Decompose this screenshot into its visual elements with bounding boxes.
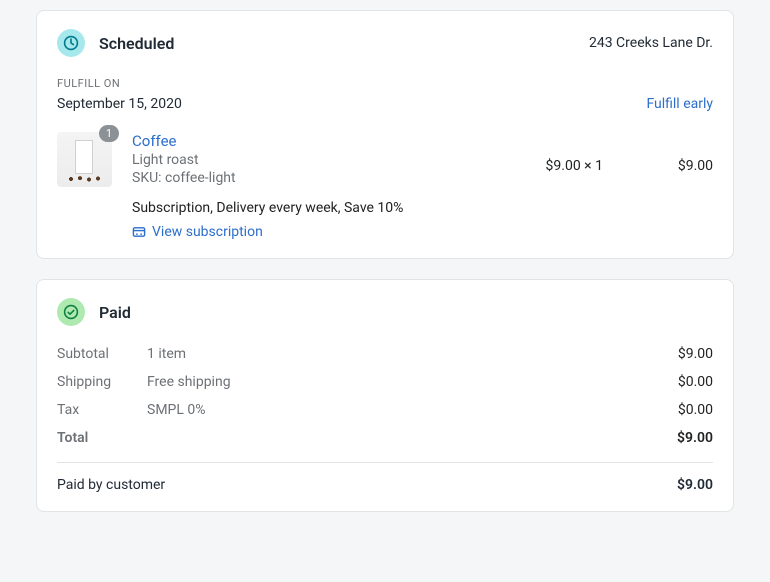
quantity-badge: 1 xyxy=(99,125,119,142)
line-item-top: Coffee Light roast SKU: coffee-light $9.… xyxy=(132,132,713,186)
total-label: Total xyxy=(57,430,147,446)
tax-mid: SMPL 0% xyxy=(147,402,678,418)
product-title-link[interactable]: Coffee xyxy=(132,132,236,150)
paid-by-customer-amount: $9.00 xyxy=(677,477,713,493)
shipping-amount: $0.00 xyxy=(678,374,713,390)
line-item-pricing: $9.00 × 1 $9.00 xyxy=(546,144,713,174)
fulfill-block: FULFILL ON September 15, 2020 Fulfill ea… xyxy=(57,77,713,112)
subscription-icon xyxy=(132,225,146,239)
fulfill-on-label: FULFILL ON xyxy=(57,77,713,90)
clock-icon xyxy=(57,29,85,57)
subtotal-label: Subtotal xyxy=(57,346,147,362)
check-circle-icon xyxy=(57,298,85,326)
product-variant: Light roast xyxy=(132,152,236,168)
line-item-info: Coffee Light roast SKU: coffee-light xyxy=(132,132,236,186)
shipping-mid: Free shipping xyxy=(147,374,678,390)
product-thumbnail[interactable]: 1 xyxy=(57,132,112,240)
total-amount: $9.00 xyxy=(677,430,713,446)
scheduled-title-group: Scheduled xyxy=(57,29,174,57)
paid-card: Paid Subtotal 1 item $9.00 Shipping Free… xyxy=(36,279,734,512)
fulfill-date: September 15, 2020 xyxy=(57,96,182,112)
shipping-label: Shipping xyxy=(57,374,147,390)
fulfill-row: September 15, 2020 Fulfill early xyxy=(57,96,713,112)
paid-by-customer-row: Paid by customer $9.00 xyxy=(57,469,713,493)
divider xyxy=(57,462,713,463)
subtotal-mid: 1 item xyxy=(147,346,678,362)
line-item: 1 Coffee Light roast SKU: coffee-light $… xyxy=(57,132,713,240)
product-sku: SKU: coffee-light xyxy=(132,170,236,186)
fulfill-early-link[interactable]: Fulfill early xyxy=(646,96,713,112)
shipping-row: Shipping Free shipping $0.00 xyxy=(57,368,713,396)
paid-title: Paid xyxy=(99,303,131,322)
subtotal-amount: $9.00 xyxy=(678,346,713,362)
view-subscription-row: View subscription xyxy=(132,224,713,240)
scheduled-title: Scheduled xyxy=(99,34,174,53)
total-row: Total $9.00 xyxy=(57,424,713,452)
paid-header: Paid xyxy=(57,298,713,326)
tax-amount: $0.00 xyxy=(678,402,713,418)
tax-row: Tax SMPL 0% $0.00 xyxy=(57,396,713,424)
view-subscription-link[interactable]: View subscription xyxy=(152,224,263,240)
line-total: $9.00 xyxy=(653,158,713,174)
unit-price: $9.00 × 1 xyxy=(546,158,603,174)
subtotal-row: Subtotal 1 item $9.00 xyxy=(57,340,713,368)
subscription-description: Subscription, Delivery every week, Save … xyxy=(132,200,713,216)
scheduled-card: Scheduled 243 Creeks Lane Dr. FULFILL ON… xyxy=(36,10,734,259)
paid-by-customer-label: Paid by customer xyxy=(57,477,165,493)
scheduled-header: Scheduled 243 Creeks Lane Dr. xyxy=(57,29,713,57)
shipping-address: 243 Creeks Lane Dr. xyxy=(589,35,713,51)
tax-label: Tax xyxy=(57,402,147,418)
line-item-main: Coffee Light roast SKU: coffee-light $9.… xyxy=(132,132,713,240)
